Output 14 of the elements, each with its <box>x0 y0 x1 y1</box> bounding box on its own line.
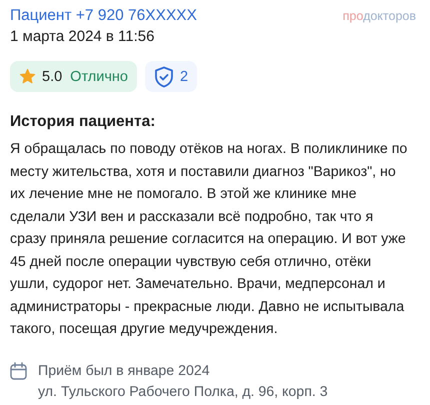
verified-count: 2 <box>180 68 188 84</box>
verified-badge[interactable]: 2 <box>144 61 198 92</box>
shield-check-icon <box>154 66 174 88</box>
star-icon <box>19 68 36 85</box>
history-title: История пациента: <box>10 112 156 132</box>
logo-text: продокторов <box>342 9 416 23</box>
rating-value: 5.0 <box>42 68 62 84</box>
calendar-icon <box>10 362 27 380</box>
review-text: Я обращалась по поводу отёков на ногах. В поликлинике по месту жительства, хотя и поставили диагноз "Варикоз", но их лечение мне не помогало. В этой же клинике мне сделали УЗИ вен и рассказали всё подробно, так что я сразу приняла решение согласится на операцию. И вот уже 45 дней после операции чувствую себя отлично, отёки ушли, судорог нет. Замечательно. Врачи, медперсонал и администраторы - прекрасные люди. Давно не испытывала такого, посещая другие медучреждения. <box>10 140 408 339</box>
visit-date: Приём был в январе 2024 <box>38 362 211 380</box>
clinic-address: ул. Тульского Рабочего Полка, д. 96, корп. 3 <box>38 382 329 402</box>
author-name[interactable]: Пациент +7 920 76XXXXX <box>10 6 197 26</box>
review-date: 1 марта 2024 в 11:56 <box>10 27 156 47</box>
rating-label: Отлично <box>70 68 128 84</box>
